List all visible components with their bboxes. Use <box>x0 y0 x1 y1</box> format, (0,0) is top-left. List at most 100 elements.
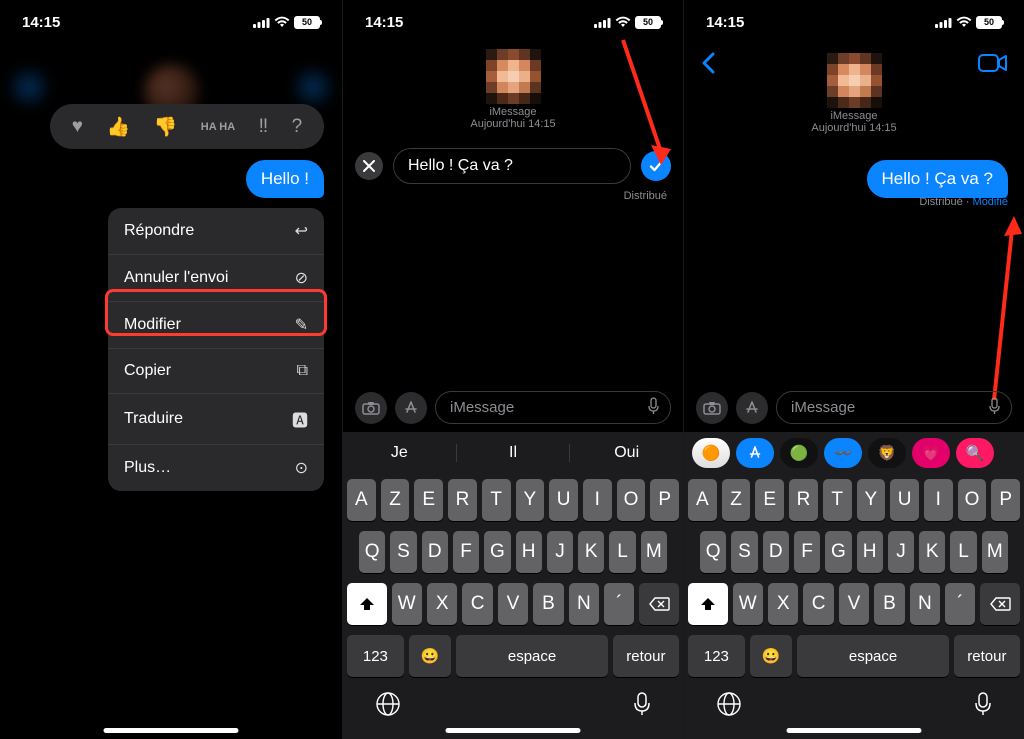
ctx-more[interactable]: Plus…⊙ <box>108 445 324 491</box>
confirm-edit-button[interactable] <box>641 151 671 181</box>
key-p[interactable]: P <box>650 479 679 521</box>
key-space[interactable]: espace <box>456 635 607 677</box>
key-123[interactable]: 123 <box>688 635 745 677</box>
key-y[interactable]: Y <box>516 479 545 521</box>
key-e[interactable]: E <box>755 479 784 521</box>
dictation-button[interactable] <box>974 691 992 723</box>
key-k[interactable]: K <box>578 531 604 573</box>
back-button[interactable] <box>700 50 716 81</box>
key-w[interactable]: W <box>392 583 422 625</box>
key-d[interactable]: D <box>763 531 789 573</box>
message-bubble-sent[interactable]: Hello ! Ça va ? <box>867 160 1009 198</box>
key-t[interactable]: T <box>482 479 511 521</box>
key-t[interactable]: T <box>823 479 852 521</box>
key-space[interactable]: espace <box>797 635 948 677</box>
key-e[interactable]: E <box>414 479 443 521</box>
key-y[interactable]: Y <box>857 479 886 521</box>
key-a[interactable]: A <box>688 479 717 521</box>
app-search[interactable]: 🔍 <box>956 438 994 468</box>
ctx-translate[interactable]: Traduire🅰︎ <box>108 394 324 445</box>
ctx-undo-send[interactable]: Annuler l'envoi⊘ <box>108 255 324 302</box>
key-emoji[interactable]: 😀 <box>409 635 452 677</box>
key-a[interactable]: A <box>347 479 376 521</box>
key-o[interactable]: O <box>617 479 646 521</box>
key-r[interactable]: R <box>789 479 818 521</box>
key-u[interactable]: U <box>549 479 578 521</box>
compose-input[interactable]: iMessage <box>435 391 671 424</box>
key-d[interactable]: D <box>422 531 448 573</box>
camera-button[interactable] <box>696 392 728 424</box>
key-k[interactable]: K <box>919 531 945 573</box>
key-h[interactable]: H <box>857 531 883 573</box>
avatar[interactable] <box>486 49 541 104</box>
suggestion-3[interactable]: Oui <box>570 444 683 462</box>
key-n[interactable]: N <box>569 583 599 625</box>
key-r[interactable]: R <box>448 479 477 521</box>
key-p[interactable]: P <box>991 479 1020 521</box>
ctx-reply[interactable]: Répondre↩︎ <box>108 208 324 255</box>
app-memoji[interactable]: 🦁 <box>868 438 906 468</box>
key-x[interactable]: X <box>427 583 457 625</box>
key-n[interactable]: N <box>910 583 940 625</box>
home-indicator[interactable] <box>104 728 239 733</box>
app-store[interactable] <box>736 438 774 468</box>
dictation-button[interactable] <box>633 691 651 723</box>
key-shift[interactable] <box>688 583 728 625</box>
key-b[interactable]: B <box>533 583 563 625</box>
key-w[interactable]: W <box>733 583 763 625</box>
key-j[interactable]: J <box>888 531 914 573</box>
key-q[interactable]: Q <box>359 531 385 573</box>
key-g[interactable]: G <box>484 531 510 573</box>
app-fitness[interactable]: 🟢 <box>780 438 818 468</box>
key-i[interactable]: I <box>583 479 612 521</box>
key-return[interactable]: retour <box>954 635 1020 677</box>
suggestion-2[interactable]: Il <box>457 444 571 462</box>
key-x[interactable]: X <box>768 583 798 625</box>
appstore-button[interactable] <box>736 392 768 424</box>
key-u[interactable]: U <box>890 479 919 521</box>
key-l[interactable]: L <box>950 531 976 573</box>
key-f[interactable]: F <box>794 531 820 573</box>
key-f[interactable]: F <box>453 531 479 573</box>
key-accent[interactable]: ´ <box>945 583 975 625</box>
home-indicator[interactable] <box>787 728 922 733</box>
reaction-thumbs-up-icon[interactable]: 👍 <box>106 115 130 139</box>
key-c[interactable]: C <box>803 583 833 625</box>
reaction-exclaim-icon[interactable]: ‼︎ <box>259 116 269 138</box>
cancel-edit-button[interactable] <box>355 152 383 180</box>
app-photos[interactable]: 🟠 <box>692 438 730 468</box>
key-q[interactable]: Q <box>700 531 726 573</box>
facetime-button[interactable] <box>978 53 1008 78</box>
mic-icon[interactable] <box>647 397 660 419</box>
key-v[interactable]: V <box>498 583 528 625</box>
key-s[interactable]: S <box>731 531 757 573</box>
home-indicator[interactable] <box>446 728 581 733</box>
reaction-heart-icon[interactable]: ♥ <box>72 116 83 138</box>
reaction-question-icon[interactable]: ? <box>292 116 303 138</box>
key-g[interactable]: G <box>825 531 851 573</box>
key-h[interactable]: H <box>516 531 542 573</box>
key-z[interactable]: Z <box>722 479 751 521</box>
mic-icon[interactable] <box>988 397 1001 419</box>
key-m[interactable]: M <box>641 531 667 573</box>
reaction-haha-icon[interactable]: HA HA <box>201 121 235 133</box>
compose-input[interactable]: iMessage <box>776 391 1012 424</box>
key-shift[interactable] <box>347 583 387 625</box>
key-j[interactable]: J <box>547 531 573 573</box>
key-backspace[interactable] <box>980 583 1020 625</box>
ctx-edit[interactable]: Modifier✎ <box>108 302 324 349</box>
avatar[interactable] <box>827 53 882 108</box>
key-v[interactable]: V <box>839 583 869 625</box>
reaction-bar[interactable]: ♥ 👍 👎 HA HA ‼︎ ? <box>50 104 324 149</box>
key-return[interactable]: retour <box>613 635 679 677</box>
message-bubble-sent[interactable]: Hello ! <box>246 160 324 198</box>
key-emoji[interactable]: 😀 <box>750 635 793 677</box>
key-c[interactable]: C <box>462 583 492 625</box>
app-heart[interactable]: 💗 <box>912 438 950 468</box>
ctx-copy[interactable]: Copier⧉ <box>108 349 324 394</box>
key-m[interactable]: M <box>982 531 1008 573</box>
camera-button[interactable] <box>355 392 387 424</box>
key-z[interactable]: Z <box>381 479 410 521</box>
app-audio[interactable]: 〰️ <box>824 438 862 468</box>
edit-message-input[interactable] <box>393 148 631 184</box>
